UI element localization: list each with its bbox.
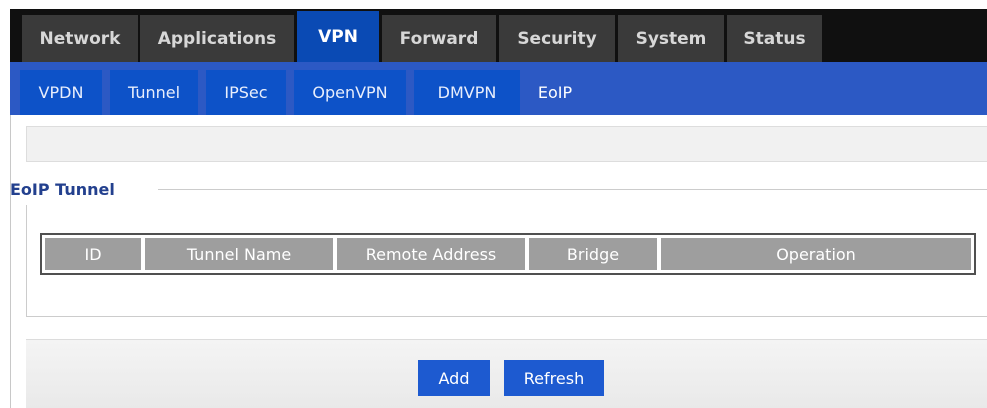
refresh-button[interactable]: Refresh [504, 360, 604, 396]
column-header-id: ID [45, 238, 141, 270]
subtab-eoip[interactable]: EoIP [522, 70, 588, 115]
add-button[interactable]: Add [418, 360, 490, 396]
subtab-dmvpn[interactable]: DMVPN [414, 70, 520, 115]
tab-forward[interactable]: Forward [382, 15, 496, 62]
content-left-border [10, 115, 11, 408]
fieldset-left-border [26, 205, 27, 317]
tab-vpn[interactable]: VPN [297, 11, 379, 62]
section-legend: EoIP Tunnel [10, 180, 115, 199]
info-bar [26, 126, 987, 162]
subtab-tunnel[interactable]: Tunnel [110, 70, 198, 115]
column-header-remote-address: Remote Address [337, 238, 525, 270]
subtab-vpdn[interactable]: VPDN [20, 70, 102, 115]
tab-status[interactable]: Status [727, 15, 822, 62]
tab-system[interactable]: System [618, 15, 724, 62]
tab-applications[interactable]: Applications [140, 15, 294, 62]
eoip-tunnel-table: ID Tunnel Name Remote Address Bridge Ope… [40, 233, 976, 275]
subtab-ipsec[interactable]: IPSec [206, 70, 286, 115]
top-nav-bar: Network Applications VPN Forward Securit… [10, 9, 987, 62]
tab-network[interactable]: Network [22, 15, 138, 62]
tab-security[interactable]: Security [499, 15, 615, 62]
subtab-openvpn[interactable]: OpenVPN [294, 70, 406, 115]
fieldset-top-border [158, 189, 987, 190]
column-header-tunnel-name: Tunnel Name [145, 238, 333, 270]
column-header-bridge: Bridge [529, 238, 657, 270]
column-header-operation: Operation [661, 238, 971, 270]
fieldset-bottom-border [26, 316, 987, 317]
sub-nav-bar: VPDN Tunnel IPSec OpenVPN DMVPN EoIP [10, 62, 987, 115]
